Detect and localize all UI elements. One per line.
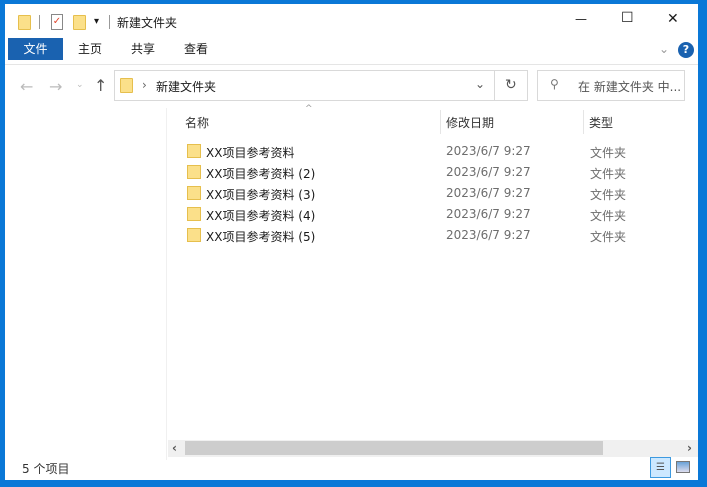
search-input[interactable]: 在 新建文件夹 中...: [578, 78, 681, 95]
scroll-right-button[interactable]: ›: [687, 441, 692, 455]
up-button[interactable]: ↑: [94, 76, 107, 95]
scrollbar-thumb[interactable]: [185, 441, 603, 455]
explorer-window: ✓ ▾ 新建文件夹 — ☐ ✕ 文件 主页 共享 查看 ⌄ ? ← → ⌄ ↑ …: [5, 4, 698, 480]
file-date: 2023/6/7 9:27: [446, 144, 531, 158]
recent-locations-icon[interactable]: ⌄: [76, 80, 84, 90]
file-date: 2023/6/7 9:27: [446, 186, 531, 200]
chevron-right-icon: ›: [142, 78, 147, 92]
column-divider[interactable]: [440, 110, 441, 134]
file-date: 2023/6/7 9:27: [446, 207, 531, 221]
search-icon: ⚲: [550, 77, 559, 91]
file-row[interactable]: XX项目参考资料 (4) 2023/6/7 9:27 文件夹: [5, 204, 698, 224]
folder-icon: [187, 207, 201, 221]
file-type: 文件夹: [590, 230, 627, 244]
customize-toolbar-icon[interactable]: ▾: [94, 16, 99, 27]
back-button[interactable]: ←: [20, 77, 33, 96]
tab-share[interactable]: 共享: [131, 38, 155, 60]
file-type: 文件夹: [590, 188, 627, 202]
file-row[interactable]: XX项目参考资料 (3) 2023/6/7 9:27 文件夹: [5, 183, 698, 203]
folder-icon: [187, 186, 201, 200]
divider: [39, 15, 40, 29]
column-name[interactable]: 名称: [185, 114, 209, 131]
address-dropdown-icon[interactable]: ⌄: [475, 77, 485, 91]
forward-button[interactable]: →: [49, 77, 62, 96]
file-row[interactable]: XX项目参考资料 (2) 2023/6/7 9:27 文件夹: [5, 162, 698, 182]
window-title: 新建文件夹: [117, 16, 178, 30]
folder-icon: [18, 15, 31, 30]
large-icons-view-button[interactable]: [676, 461, 690, 473]
ribbon-divider: [5, 64, 698, 65]
file-row[interactable]: XX项目参考资料 2023/6/7 9:27 文件夹: [5, 141, 698, 161]
folder-icon: [187, 144, 201, 158]
file-name: XX项目参考资料 (4): [206, 209, 316, 223]
maximize-button[interactable]: ☐: [621, 10, 634, 26]
address-bar[interactable]: › 新建文件夹 ⌄ ↻: [114, 70, 528, 101]
item-count: 5 个项目: [22, 462, 70, 476]
file-name: XX项目参考资料 (3): [206, 188, 316, 202]
tab-file[interactable]: 文件: [8, 38, 63, 60]
column-divider[interactable]: [583, 110, 584, 134]
tab-home[interactable]: 主页: [78, 38, 102, 60]
close-button[interactable]: ✕: [667, 11, 679, 27]
file-name: XX项目参考资料: [206, 146, 295, 160]
file-type: 文件夹: [590, 146, 627, 160]
scroll-left-button[interactable]: ‹: [172, 441, 177, 455]
file-type: 文件夹: [590, 167, 627, 181]
divider: [494, 71, 495, 100]
new-folder-icon[interactable]: [73, 15, 86, 30]
divider: [109, 15, 110, 29]
folder-icon: [120, 78, 133, 93]
tab-view[interactable]: 查看: [184, 38, 208, 60]
address-path[interactable]: 新建文件夹: [156, 78, 216, 95]
help-icon[interactable]: ?: [678, 42, 694, 58]
horizontal-scrollbar[interactable]: ‹ ›: [168, 440, 698, 457]
file-type: 文件夹: [590, 209, 627, 223]
file-name: XX项目参考资料 (5): [206, 230, 316, 244]
refresh-button[interactable]: ↻: [505, 77, 517, 93]
folder-icon: [187, 228, 201, 242]
sort-ascending-icon: ^: [305, 104, 313, 114]
details-view-button[interactable]: ☰: [650, 457, 671, 478]
minimize-button[interactable]: —: [575, 12, 587, 26]
column-type[interactable]: 类型: [589, 114, 613, 131]
folder-icon: [187, 165, 201, 179]
file-name: XX项目参考资料 (2): [206, 167, 316, 181]
column-date[interactable]: 修改日期: [446, 114, 494, 131]
expand-ribbon-icon[interactable]: ⌄: [659, 42, 669, 56]
file-date: 2023/6/7 9:27: [446, 165, 531, 179]
search-box[interactable]: ⚲ 在 新建文件夹 中...: [537, 70, 685, 101]
file-row[interactable]: XX项目参考资料 (5) 2023/6/7 9:27 文件夹: [5, 225, 698, 245]
file-date: 2023/6/7 9:27: [446, 228, 531, 242]
properties-icon[interactable]: ✓: [51, 14, 63, 30]
